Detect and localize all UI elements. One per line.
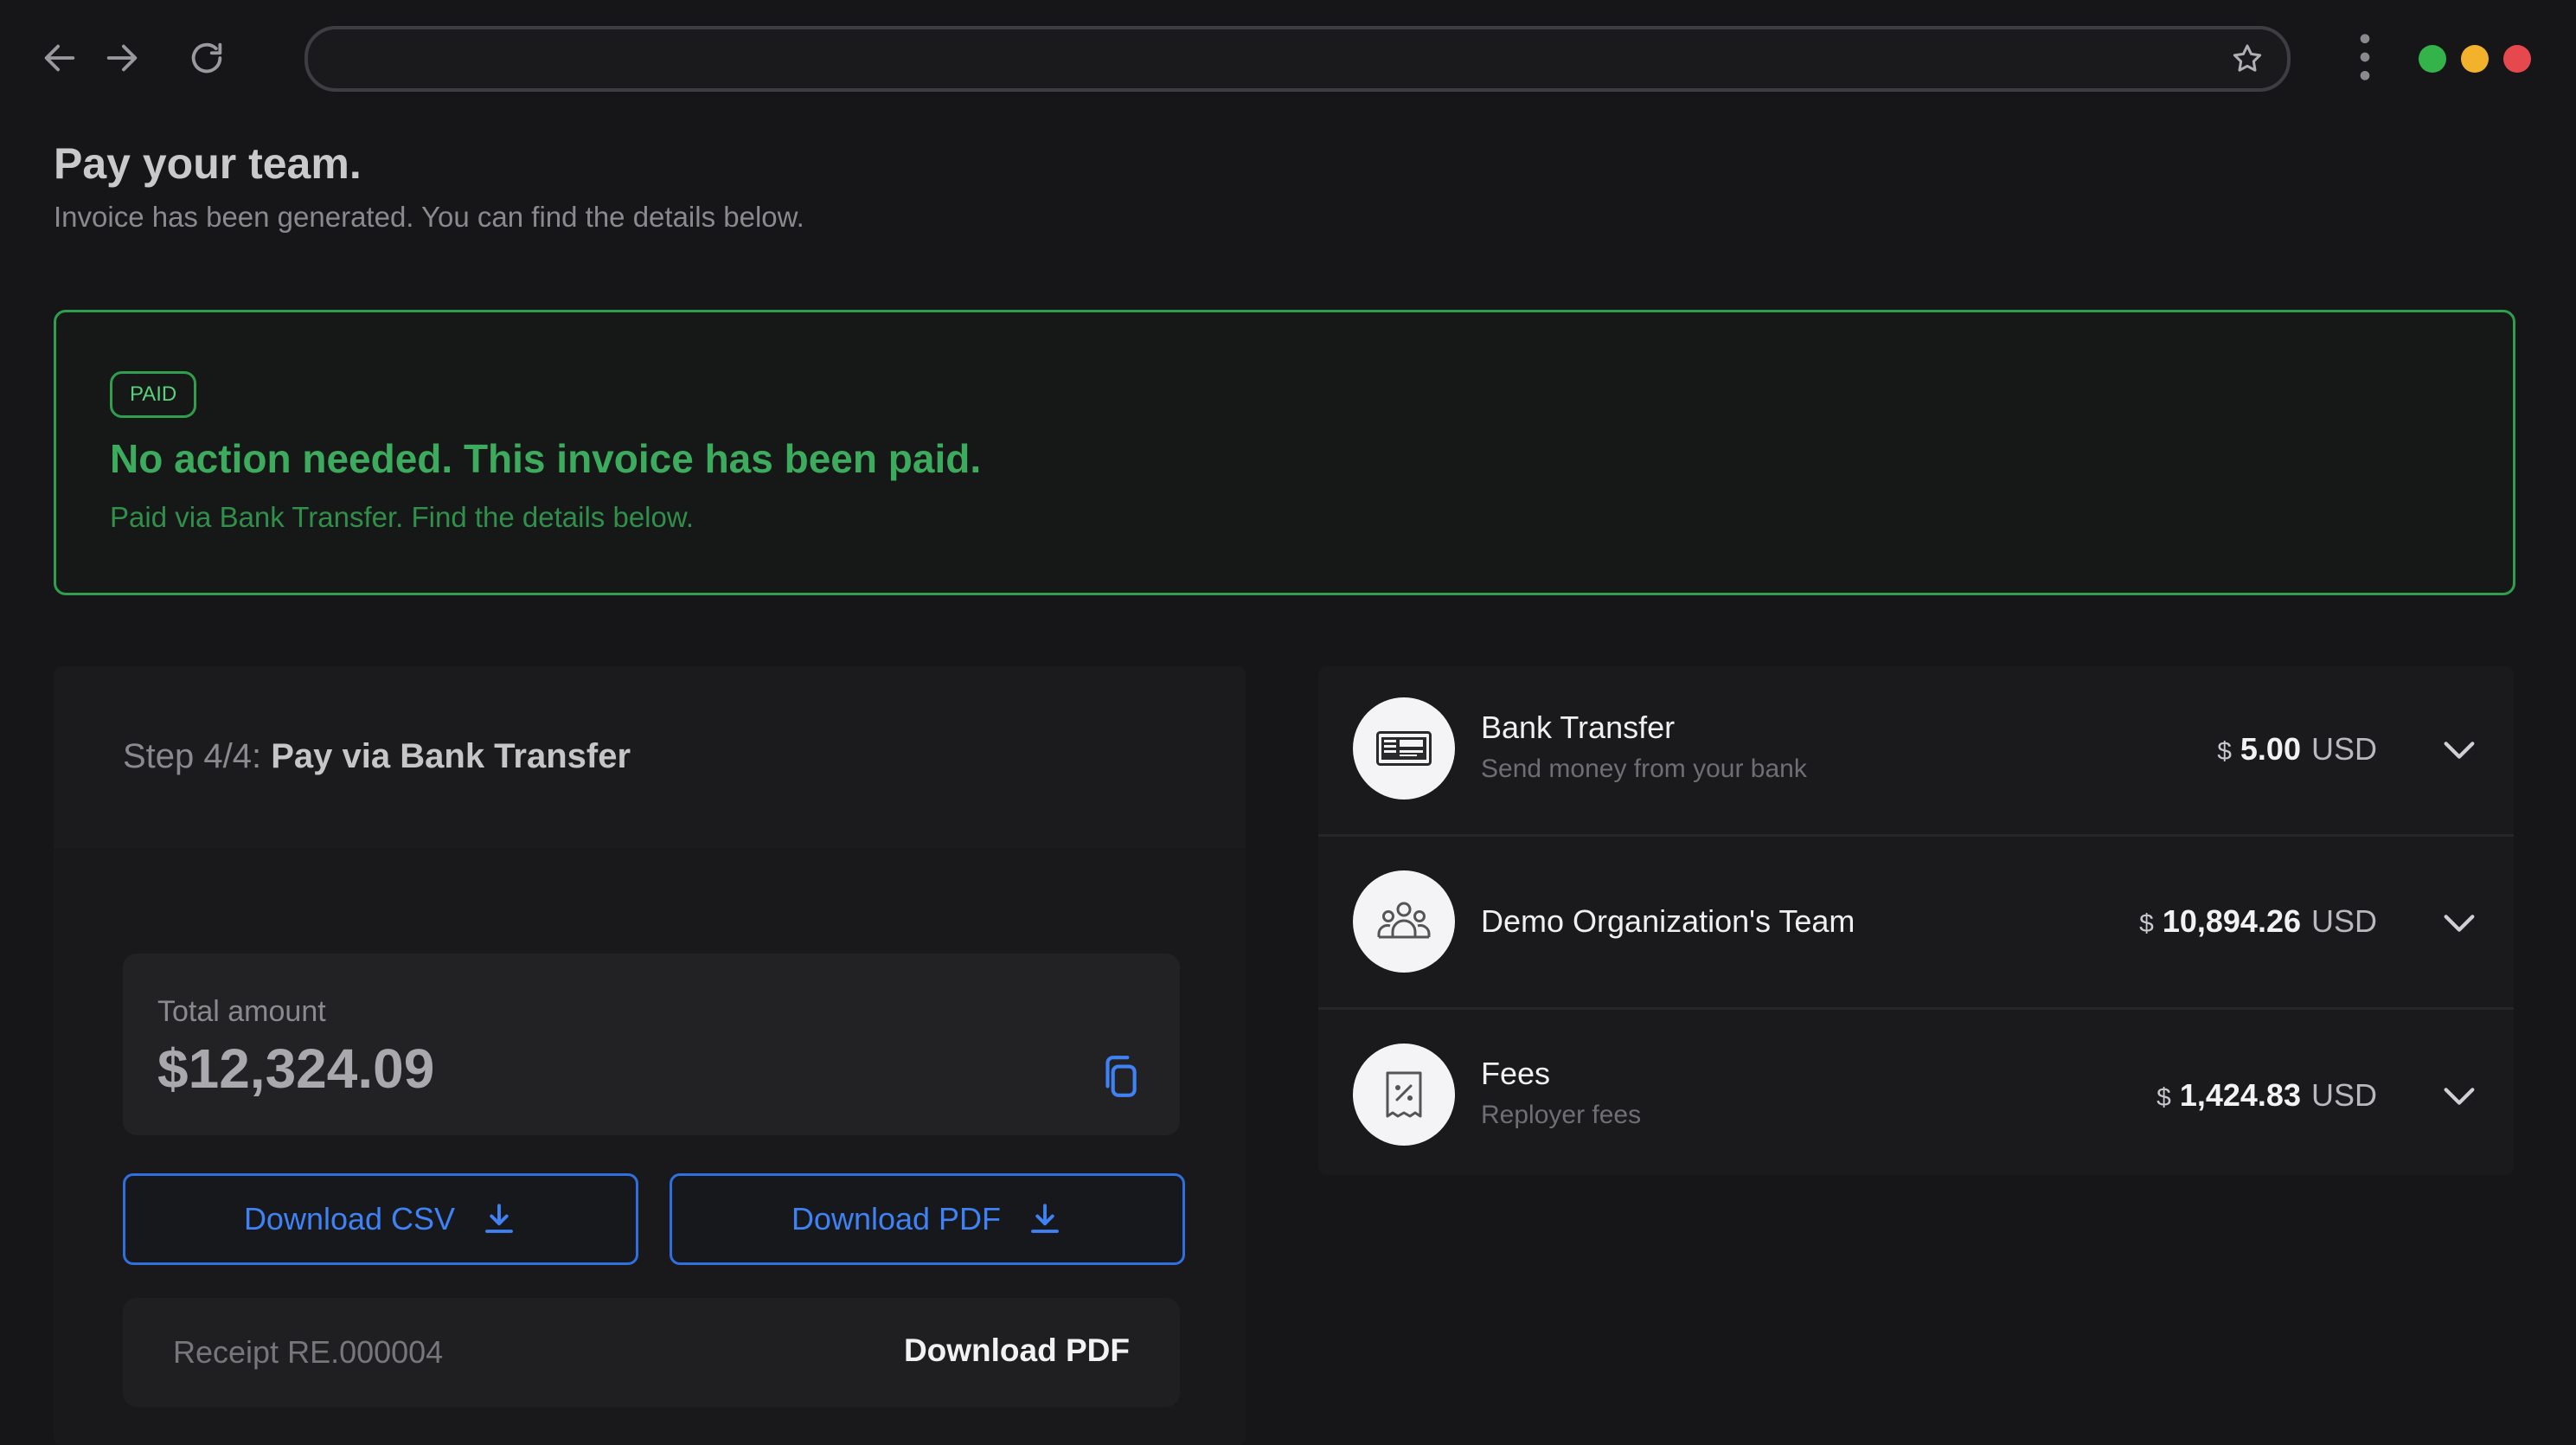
chevron-down-icon [2444, 915, 2475, 932]
breakdown-row-team[interactable]: Demo Organization's Team $10,894.26 USD [1318, 839, 2514, 1011]
download-csv-label: Download CSV [243, 1201, 456, 1236]
step-prefix: Step 4/4: [123, 737, 262, 775]
step-indicator: Step 4/4: Pay via Bank Transfer [123, 737, 631, 776]
row-divider [1318, 1007, 2514, 1010]
reload-icon [191, 42, 222, 74]
total-label: Total amount [157, 995, 326, 1028]
row-amount: $1,424.83 USD [2156, 1077, 2377, 1114]
paid-banner: PAID No action needed. This invoice has … [54, 310, 2515, 595]
chevron-down-icon [2444, 742, 2475, 759]
back-button[interactable] [35, 33, 85, 83]
address-bar[interactable] [304, 26, 2291, 92]
download-pdf-button[interactable]: Download PDF [670, 1173, 1185, 1265]
bookmark-star-button[interactable] [2230, 42, 2265, 76]
total-amount-box: Total amount $12,324.09 [123, 954, 1180, 1135]
page-title: Pay your team. [54, 139, 362, 188]
receipt-percent-icon [1353, 1044, 1455, 1146]
currency-code: USD [2310, 731, 2377, 767]
amount-value: 1,424.83 [2179, 1077, 2301, 1113]
arrow-right-icon [106, 44, 138, 72]
banner-title: No action needed. This invoice has been … [110, 436, 982, 481]
copy-button[interactable] [1099, 1054, 1142, 1101]
expand-toggle[interactable] [2439, 903, 2479, 943]
amount-value: 10,894.26 [2162, 903, 2301, 939]
window-dot-yellow[interactable] [2461, 45, 2489, 73]
row-amount: $5.00 USD [2217, 731, 2377, 767]
receipt-download-pdf-link[interactable]: Download PDF [904, 1333, 1130, 1369]
page-subtitle: Invoice has been generated. You can find… [54, 201, 804, 233]
reload-button[interactable] [182, 33, 232, 83]
download-pdf-label: Download PDF [791, 1201, 1002, 1236]
download-icon [1031, 1204, 1059, 1233]
download-csv-button[interactable]: Download CSV [123, 1173, 638, 1265]
row-amount: $10,894.26 USD [2139, 903, 2377, 940]
currency-code: USD [2310, 1077, 2377, 1113]
breakdown-row-fees[interactable]: Fees Reployer fees $1,424.83 USD [1318, 1012, 2514, 1184]
amount-value: 5.00 [2240, 731, 2301, 767]
expand-toggle[interactable] [2439, 1076, 2479, 1116]
banner-subtitle: Paid via Bank Transfer. Find the details… [110, 501, 695, 533]
step-name: Pay via Bank Transfer [271, 737, 631, 775]
forward-button[interactable] [97, 33, 147, 83]
currency-symbol: $ [2156, 1083, 2171, 1112]
browser-menu-button[interactable] [2349, 29, 2381, 85]
receipt-row: Receipt RE.000004 Download PDF [123, 1298, 1180, 1407]
row-title: Fees [1481, 1056, 1551, 1091]
currency-symbol: $ [2217, 737, 2232, 766]
row-title: Demo Organization's Team [1481, 903, 1855, 939]
chevron-down-icon [2444, 1088, 2475, 1105]
breakdown-row-bank-transfer[interactable]: Bank Transfer Send money from your bank … [1318, 666, 2514, 838]
window-dot-green[interactable] [2419, 45, 2446, 73]
row-divider [1318, 834, 2514, 837]
arrow-left-icon [44, 44, 75, 72]
expand-toggle[interactable] [2439, 730, 2479, 770]
row-title: Bank Transfer [1481, 710, 1676, 745]
copy-icon [1105, 1056, 1137, 1097]
star-icon [2233, 44, 2262, 72]
kebab-menu-icon [2360, 34, 2370, 80]
team-icon [1353, 870, 1455, 973]
row-subtitle: Send money from your bank [1481, 755, 1807, 783]
window-dot-red[interactable] [2503, 45, 2531, 73]
receipt-label: Receipt RE.000004 [173, 1334, 444, 1370]
total-value: $12,324.09 [157, 1037, 435, 1100]
bank-transfer-icon [1353, 697, 1455, 800]
row-subtitle: Reployer fees [1481, 1101, 1642, 1129]
currency-symbol: $ [2139, 909, 2154, 938]
payment-breakdown: Bank Transfer Send money from your bank … [1318, 666, 2514, 1175]
status-badge: PAID [110, 371, 197, 418]
download-icon [485, 1204, 513, 1233]
currency-code: USD [2310, 903, 2377, 939]
